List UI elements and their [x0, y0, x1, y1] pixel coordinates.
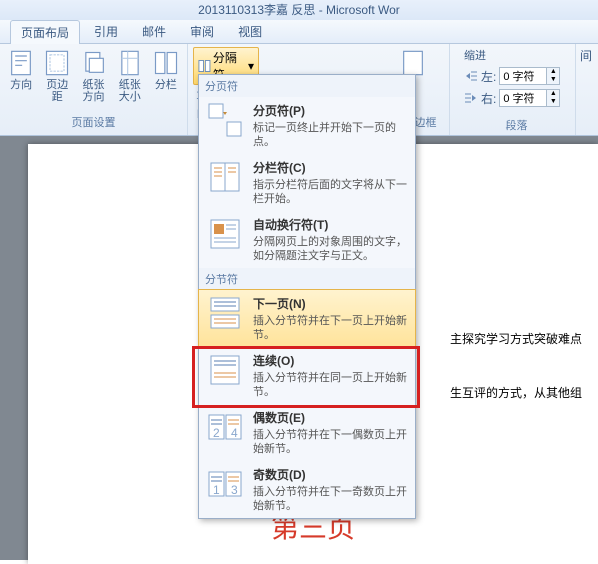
even-page-desc: 插入分节符并在下一偶数页上开始新节。	[253, 428, 409, 456]
dropdown-section-page-breaks: 分页符	[199, 75, 415, 97]
text-wrap-desc: 分隔网页上的对象周围的文字，如分隔题注文字与正文。	[253, 235, 409, 263]
page-break-icon	[205, 102, 245, 138]
next-page-title: 下一页(N)	[253, 295, 409, 312]
indent-left-icon	[464, 69, 478, 83]
orientation-button[interactable]: 纸张方向	[77, 47, 109, 105]
size-button[interactable]: 纸张大小	[114, 47, 146, 105]
page-break-item[interactable]: 分页符(P) 标记一页终止并开始下一页的点。	[199, 97, 415, 154]
group-label-page-setup: 页面设置	[5, 112, 182, 132]
spacing-header: 间	[580, 47, 592, 64]
svg-text:2: 2	[213, 426, 220, 440]
body-text: 主探究学习方式突破难点 生互评的方式，从其他组	[450, 326, 598, 406]
odd-page-icon: 13	[205, 466, 245, 502]
spin-up[interactable]: ▲	[547, 68, 559, 76]
breaks-dropdown: 分页符 分页符(P) 标记一页终止并开始下一页的点。 分栏符(C) 指示分栏符后…	[198, 74, 416, 519]
column-break-title: 分栏符(C)	[253, 159, 409, 176]
column-break-desc: 指示分栏符后面的文字将从下一栏开始。	[253, 178, 409, 206]
direction-icon	[7, 49, 35, 77]
window-title: 2013110313李嘉 反思 - Microsoft Wor	[0, 0, 598, 20]
tab-view[interactable]: 视图	[228, 20, 272, 43]
indent-left-spinner[interactable]: ▲▼	[499, 67, 560, 85]
spin-down[interactable]: ▼	[547, 98, 559, 106]
svg-text:3: 3	[231, 483, 238, 497]
tab-references[interactable]: 引用	[84, 20, 128, 43]
group-label-paragraph: 段落	[458, 115, 575, 135]
tab-mailings[interactable]: 邮件	[132, 20, 176, 43]
tab-page-layout[interactable]: 页面布局	[10, 20, 80, 44]
continuous-title: 连续(O)	[253, 352, 409, 369]
group-page-setup: 方向 页边距 纸张方向 纸张大小 分栏 页面设置	[0, 44, 188, 135]
next-page-desc: 插入分节符并在下一页上开始新节。	[253, 314, 409, 342]
tab-review[interactable]: 审阅	[180, 20, 224, 43]
continuous-desc: 插入分节符并在同一页上开始新节。	[253, 371, 409, 399]
even-page-item[interactable]: 24 偶数页(E) 插入分节符并在下一偶数页上开始新节。	[199, 404, 415, 461]
column-break-icon	[205, 159, 245, 195]
indent-left-label: 左:	[481, 68, 496, 85]
spin-down[interactable]: ▼	[547, 76, 559, 84]
next-page-item[interactable]: 下一页(N) 插入分节符并在下一页上开始新节。	[198, 289, 416, 348]
text-wrap-item[interactable]: 自动换行符(T) 分隔网页上的对象周围的文字，如分隔题注文字与正文。	[199, 211, 415, 268]
group-indent: 缩进 左: ▲▼ 右: ▲▼ 段落	[458, 44, 576, 135]
orientation-icon	[80, 49, 108, 77]
indent-left-input[interactable]	[500, 70, 546, 82]
odd-page-desc: 插入分节符并在下一奇数页上开始新节。	[253, 485, 409, 513]
indent-right-label: 右:	[481, 90, 496, 107]
continuous-icon	[205, 352, 245, 388]
indent-header: 缩进	[464, 47, 569, 63]
direction-button[interactable]: 方向	[5, 47, 37, 93]
column-break-item[interactable]: 分栏符(C) 指示分栏符后面的文字将从下一栏开始。	[199, 154, 415, 211]
watermark-icon	[399, 49, 427, 77]
even-page-title: 偶数页(E)	[253, 409, 409, 426]
ribbon-tabs: 页面布局 引用 邮件 审阅 视图	[0, 20, 598, 44]
dropdown-arrow-icon: ▾	[248, 59, 254, 73]
columns-button[interactable]: 分栏	[150, 47, 182, 93]
margins-button[interactable]: 页边距	[41, 47, 73, 105]
columns-icon	[152, 49, 180, 77]
spin-up[interactable]: ▲	[547, 90, 559, 98]
indent-right-icon	[464, 91, 478, 105]
breaks-icon	[198, 59, 211, 73]
continuous-item[interactable]: 连续(O) 插入分节符并在同一页上开始新节。	[199, 347, 415, 404]
indent-right-spinner[interactable]: ▲▼	[499, 89, 560, 107]
page-break-desc: 标记一页终止并开始下一页的点。	[253, 121, 409, 149]
page-break-title: 分页符(P)	[253, 102, 409, 119]
odd-page-title: 奇数页(D)	[253, 466, 409, 483]
indent-right-input[interactable]	[500, 92, 546, 104]
text-wrap-icon	[205, 216, 245, 252]
size-icon	[116, 49, 144, 77]
next-page-icon	[205, 295, 245, 331]
dropdown-section-section-breaks: 分节符	[199, 268, 415, 290]
svg-text:1: 1	[213, 483, 220, 497]
svg-text:4: 4	[231, 426, 238, 440]
odd-page-item[interactable]: 13 奇数页(D) 插入分节符并在下一奇数页上开始新节。	[199, 461, 415, 518]
even-page-icon: 24	[205, 409, 245, 445]
margins-icon	[43, 49, 71, 77]
text-wrap-title: 自动换行符(T)	[253, 216, 409, 233]
